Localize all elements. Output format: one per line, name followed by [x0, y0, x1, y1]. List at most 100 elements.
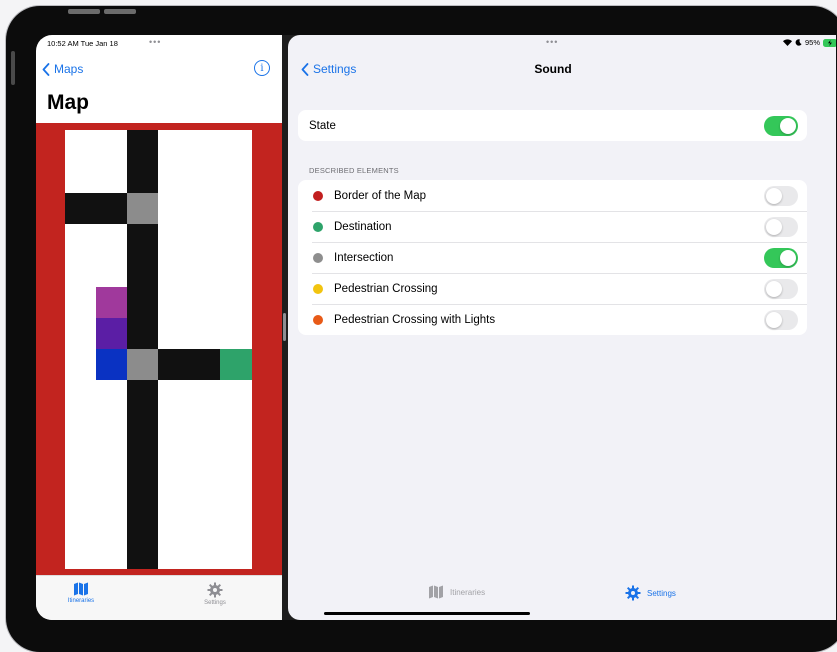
left-pane-map: 10:52 AM Tue Jan 18 ••• Maps i Map Itine…: [36, 35, 282, 620]
map-cell: [158, 505, 190, 538]
map-cell: [65, 255, 97, 287]
map-cell: [65, 380, 97, 413]
map-cell: [189, 536, 221, 569]
map-cell: [96, 130, 128, 162]
map-cell: [127, 411, 159, 444]
nav-title: Sound: [534, 62, 572, 76]
section-header: DESCRIBED ELEMENTS: [309, 166, 399, 175]
page-title: Map: [47, 91, 89, 114]
map-cell: [220, 536, 252, 569]
map-cell: [220, 349, 252, 381]
toggle-knob: [766, 311, 782, 328]
map-cell: [96, 223, 128, 256]
described-elements-group: Border of the Map Destination Intersection…: [298, 180, 807, 335]
chevron-left-icon: [42, 62, 50, 76]
state-toggle[interactable]: [764, 115, 798, 136]
tab-label: Settings: [647, 588, 676, 598]
element-label: Border of the Map: [334, 189, 427, 202]
map-cell: [189, 192, 221, 225]
color-dot-icon: [313, 190, 323, 201]
map-cell: [127, 286, 159, 319]
color-dot-icon: [313, 252, 323, 263]
element-label: Intersection: [334, 251, 394, 264]
map-cell: [158, 192, 190, 225]
element-label: Pedestrian Crossing: [334, 282, 438, 295]
element-row: Border of the Map: [298, 180, 807, 211]
multitask-dots[interactable]: •••: [149, 37, 161, 47]
toggle-knob: [780, 117, 796, 134]
map-cell: [127, 349, 159, 381]
element-row: Pedestrian Crossing with Lights: [298, 304, 807, 335]
map-cell: [158, 474, 190, 507]
map-cell: [96, 380, 128, 413]
map-cell: [189, 130, 221, 162]
back-button-maps[interactable]: Maps: [42, 62, 83, 76]
gear-icon: [207, 582, 223, 598]
map-cell: [158, 443, 190, 475]
map-cell: [220, 474, 252, 507]
element-toggle[interactable]: [764, 247, 798, 268]
map-cell: [220, 161, 252, 194]
tab-settings[interactable]: Settings: [625, 585, 676, 601]
map-cell: [127, 130, 159, 162]
tab-settings[interactable]: Settings: [170, 582, 260, 606]
map-cell: [65, 317, 97, 350]
element-label: Destination: [334, 220, 392, 233]
map-cell: [220, 317, 252, 350]
map-grid: [36, 123, 282, 575]
map-cell: [65, 349, 97, 381]
map-cell: [127, 443, 159, 475]
map-cell: [96, 411, 128, 444]
map-cell: [96, 349, 128, 381]
map-cell: [220, 130, 252, 162]
element-toggle[interactable]: [764, 278, 798, 299]
map-icon: [74, 582, 88, 596]
toggle-knob: [766, 280, 782, 297]
map-cell: [65, 130, 97, 162]
map-cell: [220, 411, 252, 444]
element-row: Pedestrian Crossing: [298, 273, 807, 304]
home-indicator[interactable]: [324, 612, 530, 615]
map-cell: [65, 223, 97, 256]
state-row: State: [298, 110, 807, 141]
map-cell: [220, 505, 252, 538]
back-label: Maps: [54, 62, 84, 76]
element-toggle[interactable]: [764, 185, 798, 206]
map-cell: [189, 411, 221, 444]
info-icon[interactable]: i: [254, 60, 270, 76]
map-cell: [158, 411, 190, 444]
tab-itineraries[interactable]: Itineraries: [428, 585, 485, 599]
map-cell: [65, 536, 97, 569]
right-pane-settings: ••• 95% Settings Sound State DESCRIBED E…: [288, 35, 836, 620]
map-cell: [127, 380, 159, 413]
color-dot-icon: [313, 314, 323, 325]
element-label: Pedestrian Crossing with Lights: [334, 313, 496, 326]
map-cell: [96, 505, 128, 538]
map-cell: [65, 443, 97, 475]
map-cell: [65, 286, 97, 319]
multitask-dots[interactable]: •••: [546, 37, 558, 47]
map-cell: [220, 255, 252, 287]
map-cell: [65, 161, 97, 194]
map-cell: [127, 505, 159, 538]
map-cell: [96, 255, 128, 287]
toggle-knob: [766, 187, 782, 204]
map-cell: [127, 192, 159, 225]
map-cell: [65, 505, 97, 538]
element-toggle[interactable]: [764, 216, 798, 237]
split-view-divider[interactable]: [283, 313, 286, 341]
map-cell: [220, 223, 252, 256]
map-cell: [127, 536, 159, 569]
map-icon: [429, 585, 443, 599]
element-toggle[interactable]: [764, 309, 798, 330]
map-cell: [158, 286, 190, 319]
side-button: [11, 51, 15, 85]
map-cell: [189, 223, 221, 256]
map-cell: [127, 161, 159, 194]
color-dot-icon: [313, 221, 323, 232]
wifi-icon: [782, 39, 792, 46]
toggle-knob: [766, 218, 782, 235]
map-cell: [220, 380, 252, 413]
tab-itineraries[interactable]: Itineraries: [36, 582, 126, 604]
map-cell: [158, 223, 190, 256]
